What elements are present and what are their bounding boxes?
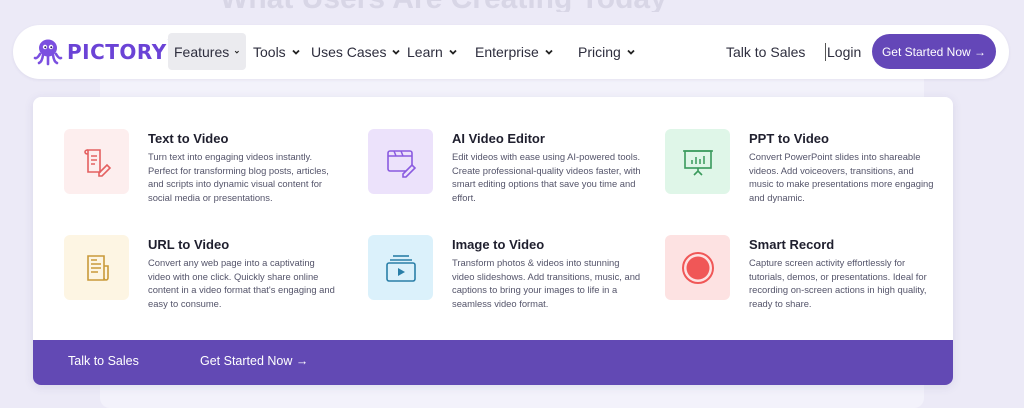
presentation-icon — [682, 149, 713, 176]
nav-pricing[interactable]: Pricing — [578, 34, 636, 70]
feature-card-ai-video-editor[interactable]: AI Video Editor Edit videos with ease us… — [368, 129, 648, 219]
feature-description: Convert any web page into a captivating … — [148, 257, 335, 309]
feature-card-ppt-to-video[interactable]: PPT to Video Convert PowerPoint slides i… — [665, 129, 945, 219]
background-heading: What Users Are Creating Today — [220, 0, 790, 12]
feature-title: AI Video Editor — [452, 131, 545, 146]
feature-description: Capture screen activity effortlessly for… — [749, 257, 927, 309]
feature-icon-box — [665, 235, 730, 300]
feature-description: Edit videos with ease using AI-powered t… — [452, 151, 641, 203]
nav-enterprise[interactable]: Enterprise — [475, 34, 554, 70]
feature-icon-box — [64, 129, 129, 194]
chevron-down-icon — [627, 49, 635, 55]
feature-title: URL to Video — [148, 237, 230, 252]
nav-tools-label: Tools — [253, 44, 286, 60]
nav-enterprise-label: Enterprise — [475, 44, 539, 60]
feature-card-image-to-video[interactable]: Image to Video Transform photos & videos… — [368, 235, 648, 325]
nav-pricing-label: Pricing — [578, 44, 621, 60]
feature-title: Smart Record — [749, 237, 835, 252]
feature-card-smart-record[interactable]: Smart Record Capture screen activity eff… — [665, 235, 945, 325]
chevron-down-icon — [392, 49, 401, 55]
chevron-down-icon — [292, 49, 300, 55]
nav-use-cases-label: Uses Cases — [311, 44, 387, 60]
feature-title: PPT to Video — [749, 131, 829, 146]
dropdown-footer: Talk to Sales Get Started Now → — [33, 340, 953, 385]
chevron-down-icon — [545, 49, 553, 55]
top-navigation: PICTORY TM Features Tools Uses Cases Lea… — [13, 25, 1009, 79]
feature-icon-box — [368, 129, 433, 194]
feature-icon-box — [665, 129, 730, 194]
feature-card-text-to-video[interactable]: Text to Video Turn text into engaging vi… — [64, 129, 344, 219]
feature-title: Text to Video — [148, 131, 229, 146]
feature-description: Transform photos & videos into stunning … — [452, 257, 641, 309]
talk-to-sales-link[interactable]: Talk to Sales — [726, 34, 805, 70]
feature-icon-box — [64, 235, 129, 300]
feature-card-url-to-video[interactable]: URL to Video Convert any web page into a… — [64, 235, 344, 325]
web-page-icon — [86, 254, 109, 281]
pictory-logo[interactable]: PICTORY TM — [33, 36, 176, 68]
nav-use-cases[interactable]: Uses Cases — [311, 34, 401, 70]
video-edit-icon — [386, 149, 416, 178]
feature-title: Image to Video — [452, 237, 545, 252]
nav-features-label: Features — [174, 43, 230, 60]
features-dropdown: Text to Video Turn text into engaging vi… — [33, 97, 953, 385]
footer-talk-to-sales-link[interactable]: Talk to Sales — [68, 354, 139, 368]
nav-divider — [825, 43, 826, 61]
chevron-down-icon — [235, 50, 240, 54]
login-link[interactable]: Login — [827, 34, 861, 70]
feature-icon-box — [368, 235, 433, 300]
image-stack-icon — [385, 254, 416, 282]
nav-learn-label: Learn — [407, 44, 443, 60]
get-started-button[interactable]: Get Started Now → — [872, 34, 996, 69]
footer-get-started-link[interactable]: Get Started Now → — [200, 354, 308, 368]
record-icon — [681, 251, 714, 284]
feature-description: Convert PowerPoint slides into shareable… — [749, 151, 934, 203]
text-document-icon — [83, 148, 111, 177]
brand-name: PICTORY — [67, 40, 167, 64]
feature-description: Turn text into engaging videos instantly… — [148, 151, 329, 203]
nav-learn[interactable]: Learn — [407, 34, 458, 70]
octopus-logo-icon — [33, 39, 63, 66]
nav-features[interactable]: Features — [168, 33, 246, 70]
chevron-down-icon — [449, 49, 457, 55]
nav-tools[interactable]: Tools — [253, 34, 301, 70]
